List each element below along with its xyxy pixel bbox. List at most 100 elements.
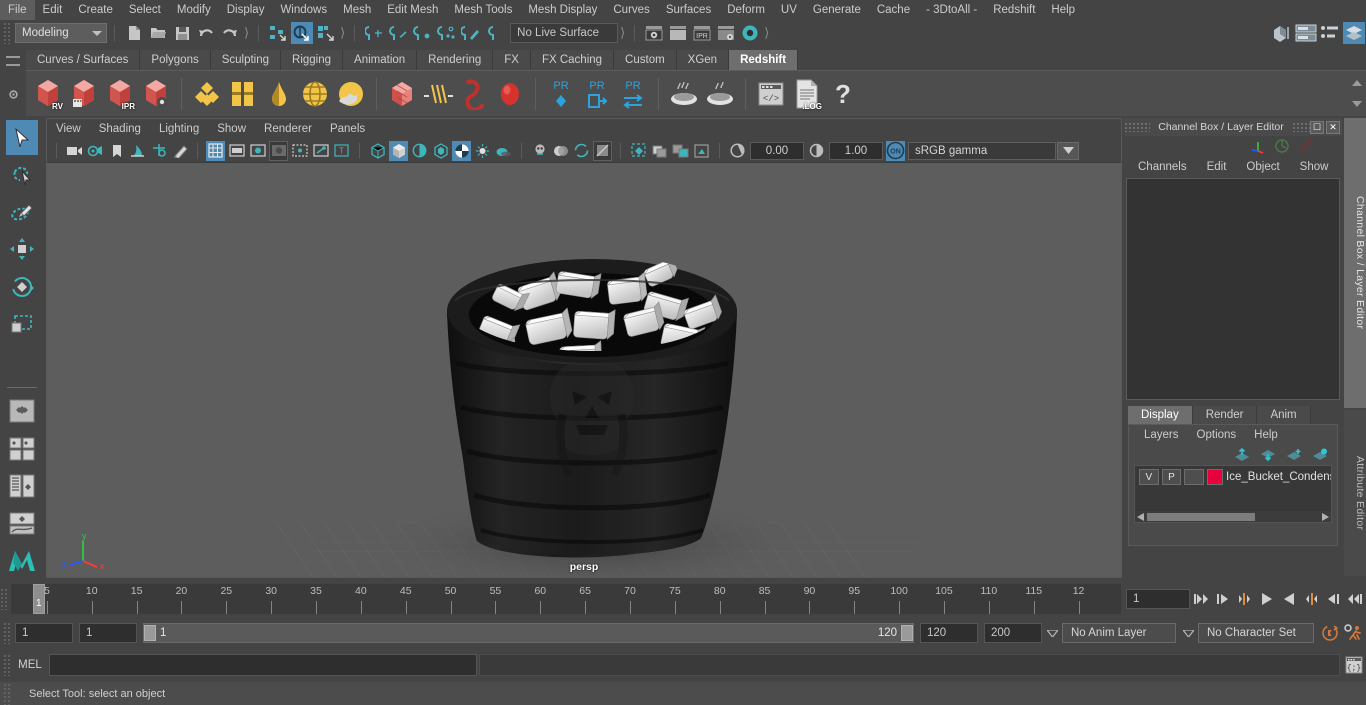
redshift-log-icon[interactable]: .LOG	[790, 74, 824, 114]
character-set-field[interactable]: No Character Set	[1198, 623, 1314, 643]
xray-active-components-icon[interactable]	[551, 141, 570, 161]
render-view-icon[interactable]	[643, 22, 665, 44]
time-slider-grip[interactable]	[0, 588, 8, 610]
layer-playback-toggle[interactable]: P	[1161, 469, 1182, 485]
hud-toggle-icon[interactable]: T	[332, 141, 351, 161]
auto-keyframe-icon[interactable]	[1318, 621, 1342, 645]
camera-attributes-icon[interactable]	[86, 141, 105, 161]
menu-file[interactable]: File	[0, 0, 35, 20]
redshift-render-settings-icon[interactable]	[139, 74, 173, 114]
make-live-icon[interactable]	[459, 22, 481, 44]
exposure-icon[interactable]	[728, 141, 747, 161]
shelf-tab-custom[interactable]: Custom	[614, 50, 677, 70]
redshift-proxy-icon[interactable]	[385, 74, 419, 114]
menu-deform[interactable]: Deform	[719, 0, 773, 20]
step-back-key-icon[interactable]	[1234, 586, 1256, 612]
range-end-field[interactable]: 120	[920, 623, 978, 643]
layer-color-swatch[interactable]	[1206, 469, 1224, 485]
viewport-menu-show[interactable]: Show	[208, 119, 255, 139]
scroll-left-arrow-icon[interactable]	[1135, 512, 1146, 521]
redo-icon[interactable]	[219, 22, 241, 44]
view-transform-dropdown-arrow[interactable]	[1057, 141, 1079, 160]
command-language-label[interactable]: MEL	[11, 659, 49, 671]
layer-menu-layers[interactable]: Layers	[1135, 425, 1188, 445]
exposure-field[interactable]: 0.00	[750, 141, 804, 160]
vtab-channel-box-layer-editor[interactable]: Channel Box / Layer Editor	[1344, 118, 1366, 408]
viewport-menu-renderer[interactable]: Renderer	[255, 119, 321, 139]
command-input[interactable]	[49, 654, 477, 676]
menu-select[interactable]: Select	[121, 0, 169, 20]
redshift-render-view-icon[interactable]: RV	[31, 74, 65, 114]
redshift-material-blender-icon[interactable]	[226, 74, 260, 114]
move-layer-up-icon[interactable]	[1234, 448, 1249, 462]
layer-menu-options[interactable]: Options	[1188, 425, 1246, 445]
tab-render[interactable]: Render	[1192, 406, 1258, 424]
current-frame-field[interactable]: 1	[1126, 589, 1190, 609]
menu-help[interactable]: Help	[1043, 0, 1083, 20]
tab-display[interactable]: Display	[1128, 406, 1193, 424]
shelf-tab-curves-surfaces[interactable]: Curves / Surfaces	[26, 50, 141, 70]
resolution-gate-icon[interactable]	[248, 141, 267, 161]
two-d-pan-zoom-icon[interactable]	[149, 141, 168, 161]
show-hide-tool-settings-icon[interactable]	[1319, 22, 1341, 44]
select-by-component-icon[interactable]	[315, 22, 337, 44]
select-by-object-icon[interactable]	[291, 22, 314, 44]
smooth-shade-selected-icon[interactable]	[410, 141, 429, 161]
color-management-toggle-icon[interactable]: ON	[886, 140, 905, 161]
redshift-hair-icon[interactable]	[457, 74, 491, 114]
redshift-bake-set-icon[interactable]	[667, 74, 701, 114]
shelf-tab-fx[interactable]: FX	[493, 50, 531, 70]
viewport-menu-view[interactable]: View	[47, 119, 90, 139]
redshift-sss-icon[interactable]	[493, 74, 527, 114]
channel-menu-object[interactable]: Object	[1236, 156, 1289, 178]
flat-shade-icon[interactable]	[431, 141, 450, 161]
create-new-layer-icon[interactable]	[1286, 448, 1301, 462]
open-scene-icon[interactable]	[147, 22, 169, 44]
menu-redshift[interactable]: Redshift	[985, 0, 1043, 20]
shelf-tab-sculpting[interactable]: Sculpting	[210, 50, 282, 70]
snap-to-projected-center-icon[interactable]	[435, 22, 457, 44]
restore-icon[interactable]: ☐	[1310, 120, 1324, 134]
scrollbar-thumb[interactable]	[1147, 512, 1255, 521]
script-editor-icon[interactable]: {;}	[1342, 653, 1366, 677]
anim-layer-field[interactable]: No Anim Layer	[1062, 623, 1176, 643]
viewport-menu-shading[interactable]: Shading	[90, 119, 150, 139]
character-set-dropdown-arrow[interactable]	[1180, 629, 1196, 637]
menu-mesh-tools[interactable]: Mesh Tools	[446, 0, 520, 20]
panel-grip[interactable]	[1124, 122, 1150, 132]
redshift-render-sequence-icon[interactable]	[67, 74, 101, 114]
redshift-pr-export-icon[interactable]: PR	[580, 74, 614, 114]
menu-display[interactable]: Display	[219, 0, 273, 20]
bookmark-icon[interactable]	[107, 141, 126, 161]
scale-tool[interactable]	[6, 306, 38, 341]
layer-list[interactable]: V P Ice_Bucket_Condensat	[1134, 465, 1332, 523]
help-line-grip[interactable]	[3, 682, 11, 705]
isolate-select-icon[interactable]	[629, 141, 648, 161]
vtab-attribute-editor[interactable]: Attribute Editor	[1344, 410, 1366, 576]
channel-menu-show[interactable]: Show	[1290, 156, 1339, 178]
menu-edit-mesh[interactable]: Edit Mesh	[379, 0, 446, 20]
shadows-icon[interactable]	[494, 141, 513, 161]
redshift-ipr-icon[interactable]: IPR	[103, 74, 137, 114]
move-tool[interactable]	[6, 232, 38, 267]
persp-outliner-layout[interactable]	[6, 468, 38, 503]
render-settings-icon[interactable]	[715, 22, 737, 44]
play-backwards-icon[interactable]	[1256, 586, 1278, 612]
redshift-help-icon[interactable]: ?	[826, 74, 860, 114]
hypershade-icon[interactable]	[739, 22, 761, 44]
smooth-shade-all-icon[interactable]	[389, 140, 408, 161]
range-end-handle[interactable]	[901, 625, 913, 641]
chevron-down-icon[interactable]	[1352, 100, 1362, 107]
menu-generate[interactable]: Generate	[805, 0, 869, 20]
panel-grip-right[interactable]	[1292, 122, 1310, 132]
menu-cache[interactable]: Cache	[869, 0, 918, 20]
grid-toggle-icon[interactable]	[206, 140, 225, 161]
redshift-script-icon[interactable]: </>	[754, 74, 788, 114]
step-back-frame-icon[interactable]	[1212, 586, 1234, 612]
viewport-menu-panels[interactable]: Panels	[321, 119, 374, 139]
film-gate-icon[interactable]	[227, 141, 246, 161]
menu-modify[interactable]: Modify	[169, 0, 219, 20]
four-view-layout[interactable]	[6, 431, 38, 466]
create-layer-from-selected-icon[interactable]	[1312, 448, 1327, 462]
menu-create[interactable]: Create	[70, 0, 121, 20]
